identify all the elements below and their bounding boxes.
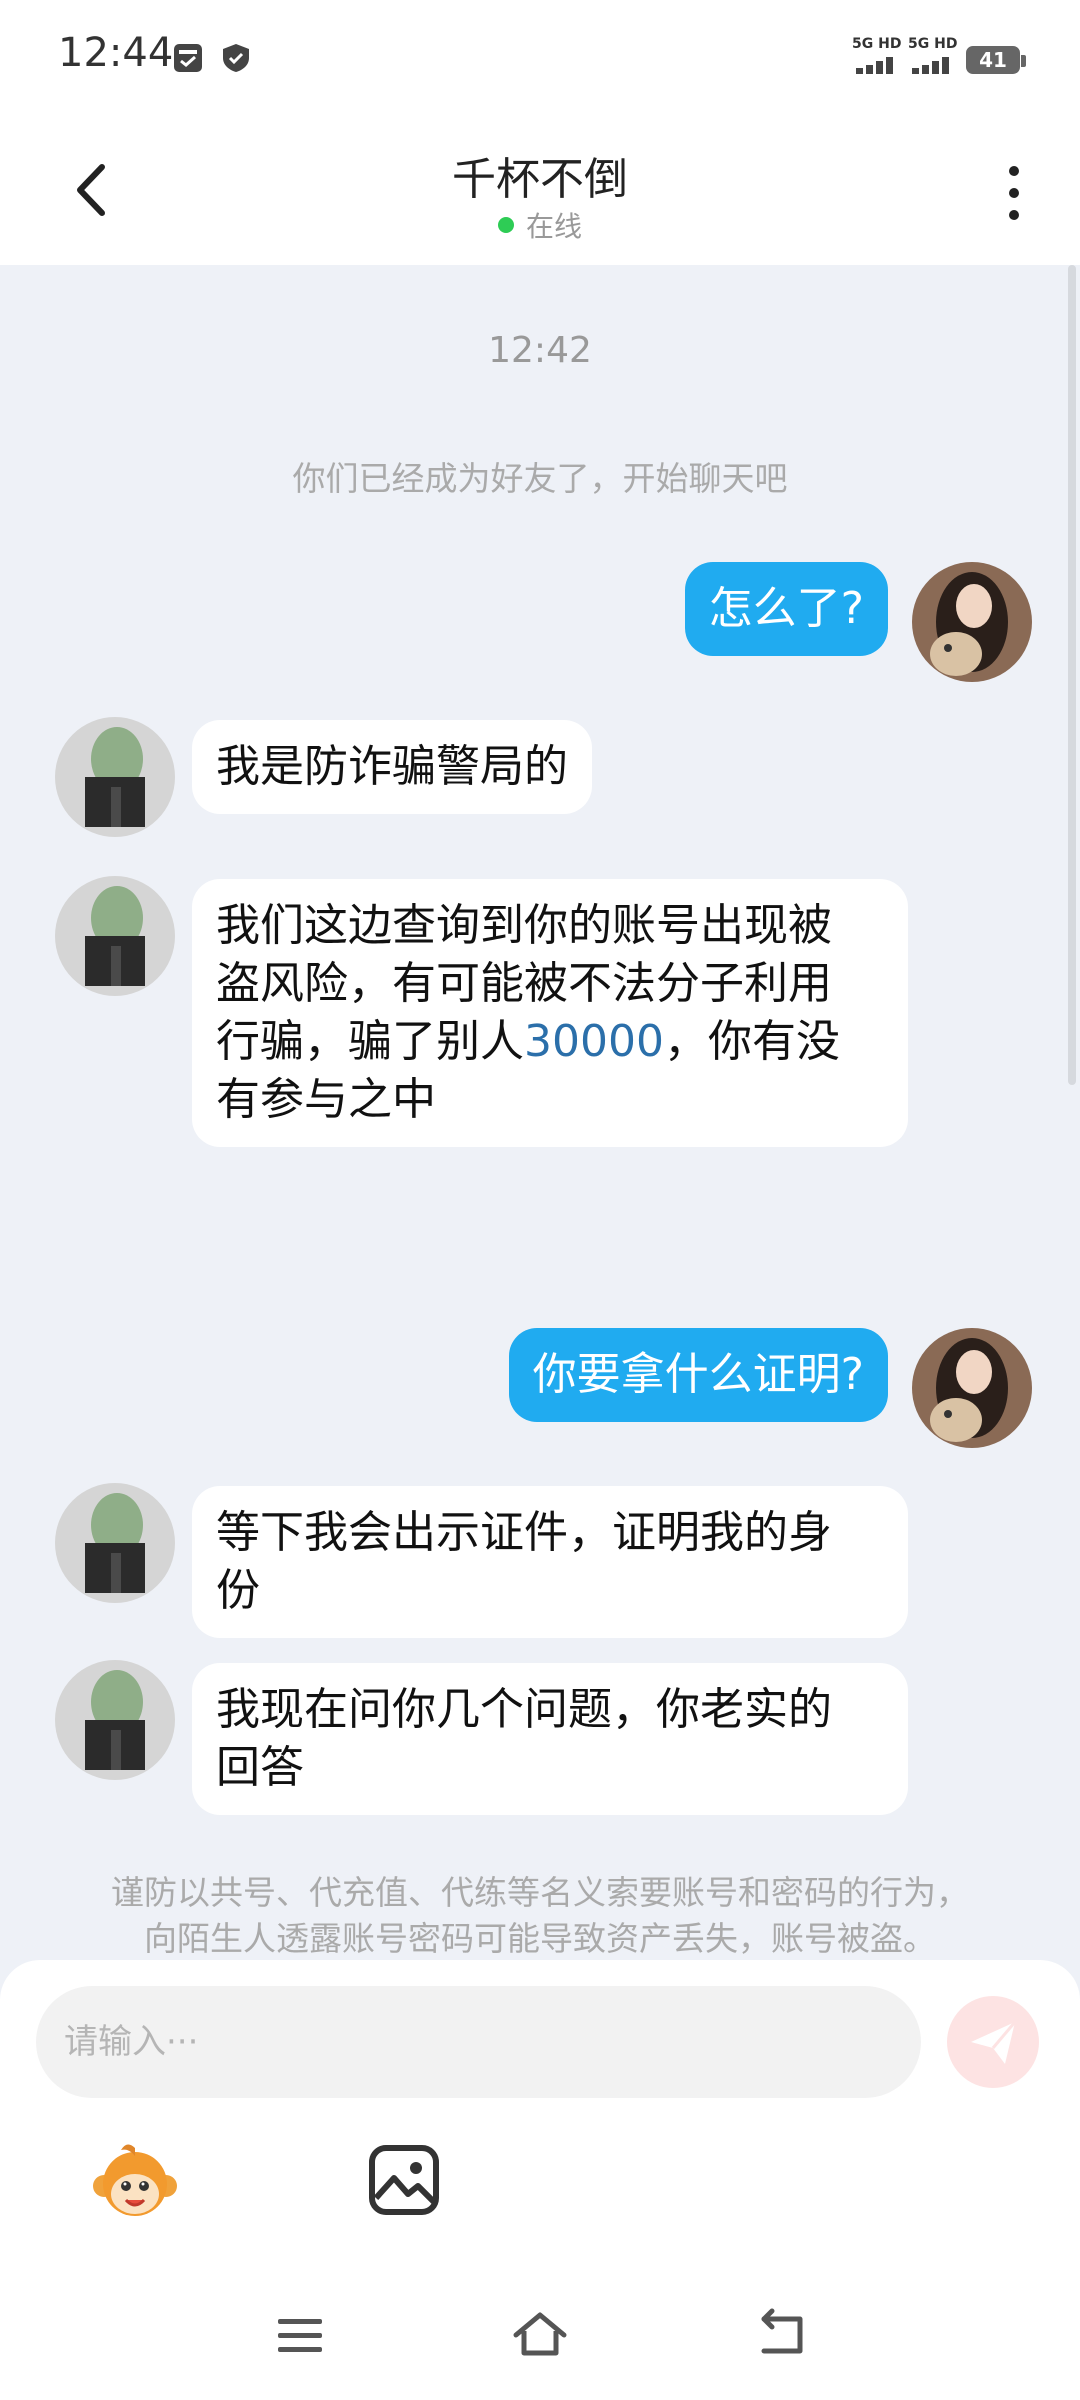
message-bubble-outgoing[interactable]: 你要拿什么证明? <box>508 1328 888 1422</box>
message-text: ，你有没 <box>663 1016 840 1067</box>
message-bubble-incoming[interactable]: 我是防诈骗警局的 <box>192 720 592 814</box>
message-bubble-incoming[interactable]: 我们这边查询到你的账号出现被 盗风险，有可能被不法分子利用 行骗，骗了别人300… <box>192 879 908 1147</box>
network-label-1: 5G HD <box>852 36 902 52</box>
home-icon[interactable] <box>510 2305 570 2365</box>
message-line: 我现在问你几个问题，你老实的 <box>216 1684 832 1735</box>
online-dot <box>497 217 514 233</box>
contact-avatar[interactable] <box>55 717 175 837</box>
contact-avatar[interactable] <box>55 1660 175 1780</box>
chat-area[interactable]: 12:42 你们已经成为好友了，开始聊天吧 怎么了? 我是防诈骗警局的 我们这边… <box>0 265 1080 1965</box>
my-avatar[interactable] <box>912 562 1032 682</box>
menu-icon[interactable] <box>270 2305 330 2365</box>
status-bar: 12:44 5G HD 5G HD 41 <box>0 0 1080 115</box>
message-timestamp: 12:42 <box>488 330 592 371</box>
online-status-label: 在线 <box>525 210 582 243</box>
contact-name: 千杯不倒 <box>452 154 628 205</box>
message-line: 回答 <box>216 1742 304 1793</box>
message-bubble-incoming[interactable]: 等下我会出示证件，证明我的身 份 <box>192 1486 908 1638</box>
chat-header: 千杯不倒 在线 <box>0 115 1080 265</box>
contact-avatar[interactable] <box>55 1483 175 1603</box>
online-status: 在线 <box>0 205 1080 245</box>
amount-link[interactable]: 30000 <box>524 1016 664 1067</box>
more-vertical-icon[interactable] <box>996 163 1032 223</box>
message-line: 行骗，骗了别人30000，你有没 <box>216 1013 884 1071</box>
send-button[interactable] <box>947 1996 1039 2088</box>
status-time: 12:44 <box>58 30 174 76</box>
message-input[interactable] <box>36 1986 921 2098</box>
send-icon <box>971 2021 1017 2064</box>
network-label-2: 5G HD <box>908 36 958 52</box>
shield-icon <box>223 44 249 72</box>
notification-box-icon <box>174 44 202 72</box>
message-line: 等下我会出示证件，证明我的身 <box>216 1507 832 1558</box>
signal-icon-2 <box>912 57 949 74</box>
monkey-emoji-icon[interactable] <box>90 2138 180 2228</box>
message-bubble-outgoing[interactable]: 怎么了? <box>684 562 888 656</box>
my-avatar[interactable] <box>912 1328 1032 1448</box>
message-line: 有参与之中 <box>216 1074 436 1125</box>
security-warning: 谨防以共号、代充值、代练等名义索要账号和密码的行为， 向陌生人透露账号密码可能导… <box>0 1870 1080 1962</box>
message-line: 我们这边查询到你的账号出现被 <box>216 900 832 951</box>
warning-line: 谨防以共号、代充值、代练等名义索要账号和密码的行为， <box>111 1873 969 1912</box>
message-line: 盗风险，有可能被不法分子利用 <box>216 958 832 1009</box>
scrollbar[interactable] <box>1068 265 1076 1085</box>
signal-icon <box>856 57 893 74</box>
message-text: 行骗，骗了别人 <box>216 1016 524 1067</box>
message-line: 份 <box>216 1565 260 1616</box>
battery-icon: 41 <box>966 46 1026 74</box>
system-message: 你们已经成为好友了，开始聊天吧 <box>292 459 788 498</box>
warning-line: 向陌生人透露账号密码可能导致资产丢失，账号被盗。 <box>144 1919 936 1958</box>
message-bubble-incoming[interactable]: 我现在问你几个问题，你老实的 回答 <box>192 1663 908 1815</box>
contact-avatar[interactable] <box>55 876 175 996</box>
image-icon[interactable] <box>360 2136 450 2226</box>
back-icon[interactable] <box>750 2305 810 2365</box>
